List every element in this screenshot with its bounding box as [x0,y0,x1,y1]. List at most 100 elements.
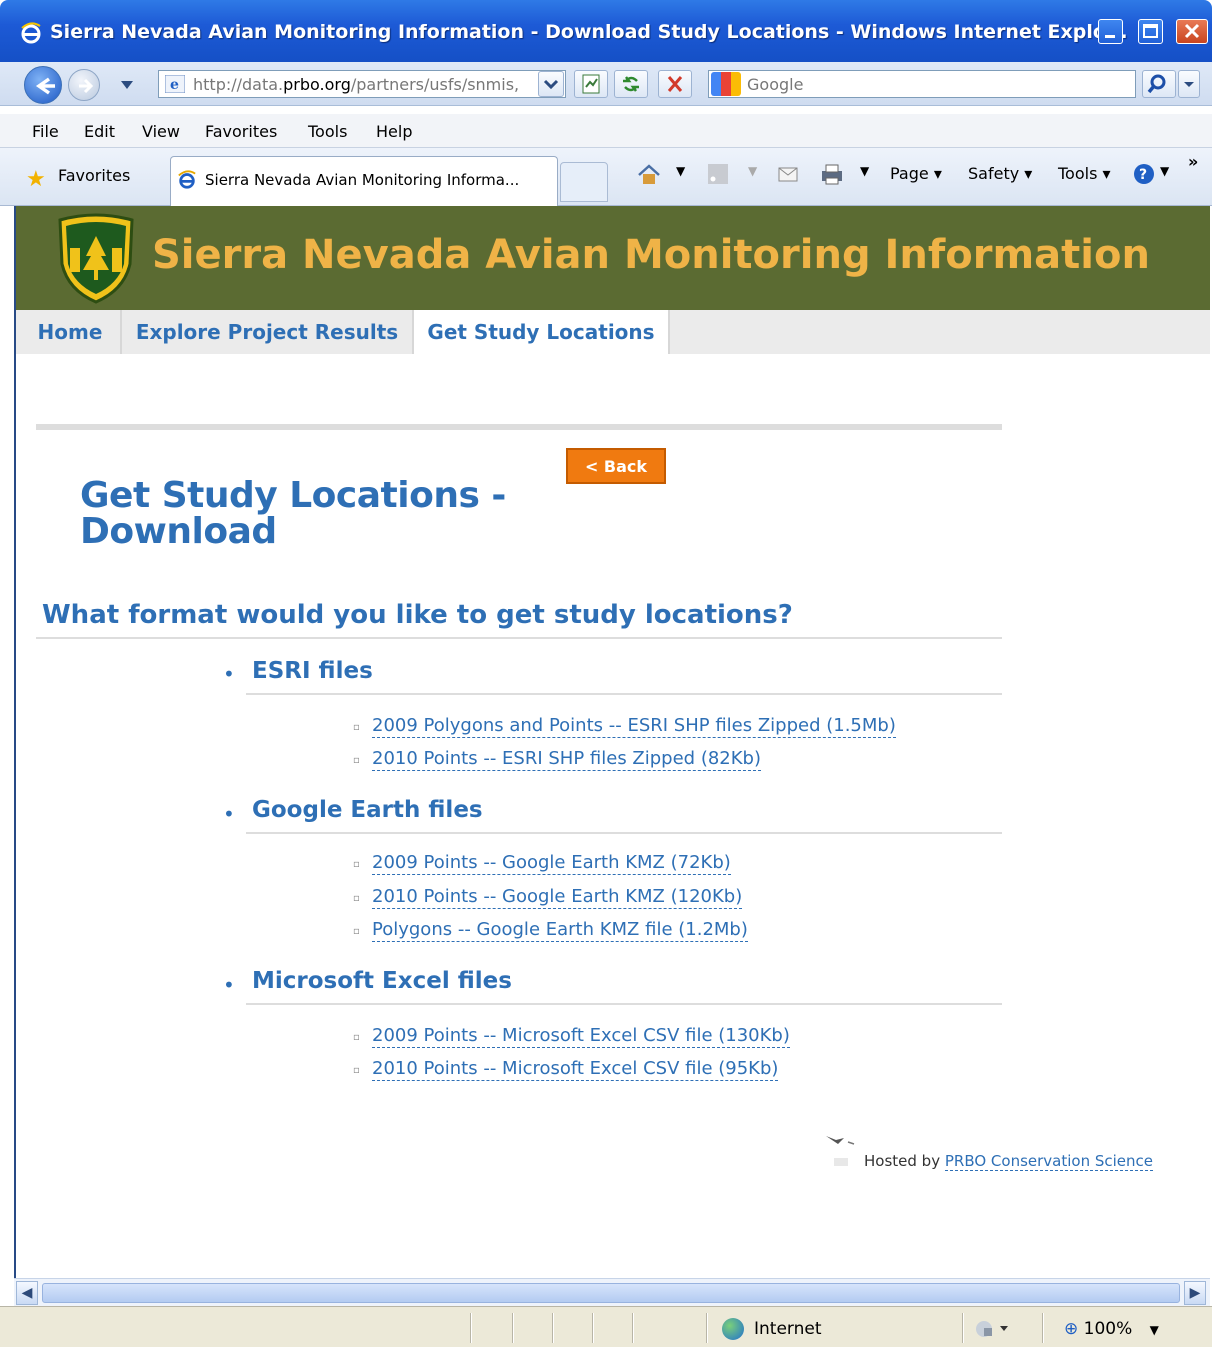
status-separator [962,1313,964,1343]
scroll-left-arrow-icon[interactable]: ◀ [16,1281,38,1305]
new-tab-button[interactable] [560,162,608,202]
chevron-more-icon[interactable]: » [1188,152,1198,171]
protected-mode-icon[interactable] [970,1318,1018,1340]
download-link-csv-2010[interactable]: 2010 Points -- Microsoft Excel CSV file … [372,1058,779,1081]
prbo-bird-logo-icon [826,1136,855,1166]
prbo-link[interactable]: PRBO Conservation Science [944,1152,1154,1171]
safety-menu-label: Safety [968,164,1020,183]
download-link-csv-2009[interactable]: 2009 Points -- Microsoft Excel CSV file … [372,1025,790,1048]
compatibility-view-button[interactable] [574,70,608,98]
help-dropdown-icon[interactable]: ▼ [1160,164,1169,178]
safety-menu-button[interactable]: Safety ▾ [968,164,1032,183]
menu-edit[interactable]: Edit [84,122,115,141]
search-button[interactable] [1142,70,1176,98]
download-link-kmz-2009[interactable]: 2009 Points -- Google Earth KMZ (72Kb) [372,852,731,875]
forward-arrow-icon [79,78,94,94]
favorites-star-icon[interactable]: ★ [26,167,46,192]
divider [246,693,1002,695]
url-suffix: /partners/usfs/snmis, [350,75,520,94]
chevron-down-icon [543,79,559,90]
minimize-icon [1105,35,1115,38]
refresh-button[interactable] [614,70,648,98]
chevron-down-icon [1184,82,1194,87]
history-dropdown-icon[interactable] [120,80,134,90]
back-arrow-icon [35,77,55,95]
menu-file[interactable]: File [32,122,59,141]
search-options-button[interactable] [1178,70,1200,98]
nav-get-study-locations[interactable]: Get Study Locations [412,310,670,354]
page-menu-button[interactable]: Page ▾ [890,164,942,183]
url-prefix: http://data. [193,75,284,94]
home-dropdown-icon[interactable]: ▼ [676,164,685,178]
mail-icon[interactable] [776,162,800,186]
scroll-right-arrow-icon[interactable]: ▶ [1184,1281,1206,1305]
horizontal-scrollbar[interactable]: ◀ ▶ [14,1278,1210,1306]
address-toolbar: e http://data.prbo.org/partners/usfs/snm… [0,62,1212,106]
maximize-button[interactable] [1138,19,1163,44]
status-separator [1042,1313,1044,1343]
ie-logo-icon [21,22,41,44]
home-icon[interactable] [636,162,662,186]
page-title: Get Study Locations - Download [80,475,506,552]
divider [246,832,1002,834]
svg-text:?: ? [1139,167,1147,183]
tools-menu-button[interactable]: Tools ▾ [1058,164,1111,183]
menu-help[interactable]: Help [376,122,412,141]
download-link-esri-2009[interactable]: 2009 Polygons and Points -- ESRI SHP fil… [372,715,896,738]
internet-zone-globe-icon [722,1318,744,1340]
status-bar: Internet ⊕ 100% ▼ [0,1306,1212,1347]
back-link-button[interactable]: < Back [566,448,666,484]
url-domain: prbo.org [283,75,351,94]
menu-bar: File Edit View Favorites Tools Help [0,114,1212,148]
nav-home[interactable]: Home [20,310,122,354]
status-separator [470,1313,472,1343]
divider [36,637,1002,639]
security-zone-label: Internet [754,1319,822,1339]
search-placeholder: Google [747,75,804,94]
window-title: Sierra Nevada Avian Monitoring Informati… [50,21,1128,43]
bullet-icon: • [223,802,235,826]
close-window-button[interactable] [1176,19,1208,44]
menu-favorites[interactable]: Favorites [205,122,277,141]
zoom-level-button[interactable]: ⊕ 100% ▼ [1064,1319,1159,1339]
section-heading-google-earth: Google Earth files [252,797,483,823]
status-separator [632,1313,634,1343]
site-nav: Home Explore Project Results Get Study L… [16,310,1210,354]
close-icon [1184,23,1200,39]
site-title: Sierra Nevada Avian Monitoring Informati… [152,232,1150,278]
scrollbar-thumb[interactable] [42,1283,1180,1303]
download-link-kmz-polygons[interactable]: Polygons -- Google Earth KMZ file (1.2Mb… [372,919,748,942]
hosted-by-label: Hosted by [864,1152,941,1170]
forward-button[interactable] [68,69,100,101]
address-field[interactable]: e http://data.prbo.org/partners/usfs/snm… [158,70,566,98]
print-dropdown-icon[interactable]: ▼ [860,164,869,178]
window-titlebar[interactable]: Sierra Nevada Avian Monitoring Informati… [0,0,1212,62]
search-field[interactable]: Google [708,70,1136,98]
bullet-icon: ▫ [353,722,360,733]
nav-explore-project-results[interactable]: Explore Project Results [122,310,414,354]
download-link-esri-2010[interactable]: 2010 Points -- ESRI SHP files Zipped (82… [372,748,762,771]
section-heading-esri: ESRI files [252,658,373,684]
minimize-button[interactable] [1098,19,1123,44]
menu-view[interactable]: View [142,122,180,141]
help-icon[interactable]: ? [1132,162,1156,186]
site-header: Sierra Nevada Avian Monitoring Informati… [16,206,1210,310]
zoom-level-value: 100% [1083,1319,1133,1339]
feeds-dropdown-icon[interactable]: ▼ [748,164,757,178]
status-separator [706,1313,708,1343]
feeds-icon[interactable] [706,162,730,186]
page-content: Sierra Nevada Avian Monitoring Informati… [14,206,1210,1278]
print-icon[interactable] [818,162,846,186]
download-link-kmz-2010[interactable]: 2010 Points -- Google Earth KMZ (120Kb) [372,886,743,909]
page-menu-label: Page [890,164,929,183]
divider [36,424,1002,430]
bullet-icon: • [223,662,235,686]
back-button[interactable] [24,66,62,104]
google-search-provider-icon [711,72,741,96]
address-dropdown-button[interactable] [538,71,564,97]
stop-button[interactable] [658,70,692,98]
browser-tab-active[interactable]: Sierra Nevada Avian Monitoring Informa..… [170,156,558,206]
menu-tools[interactable]: Tools [308,122,347,141]
divider [246,1003,1002,1005]
favorites-button[interactable]: Favorites [58,166,130,185]
